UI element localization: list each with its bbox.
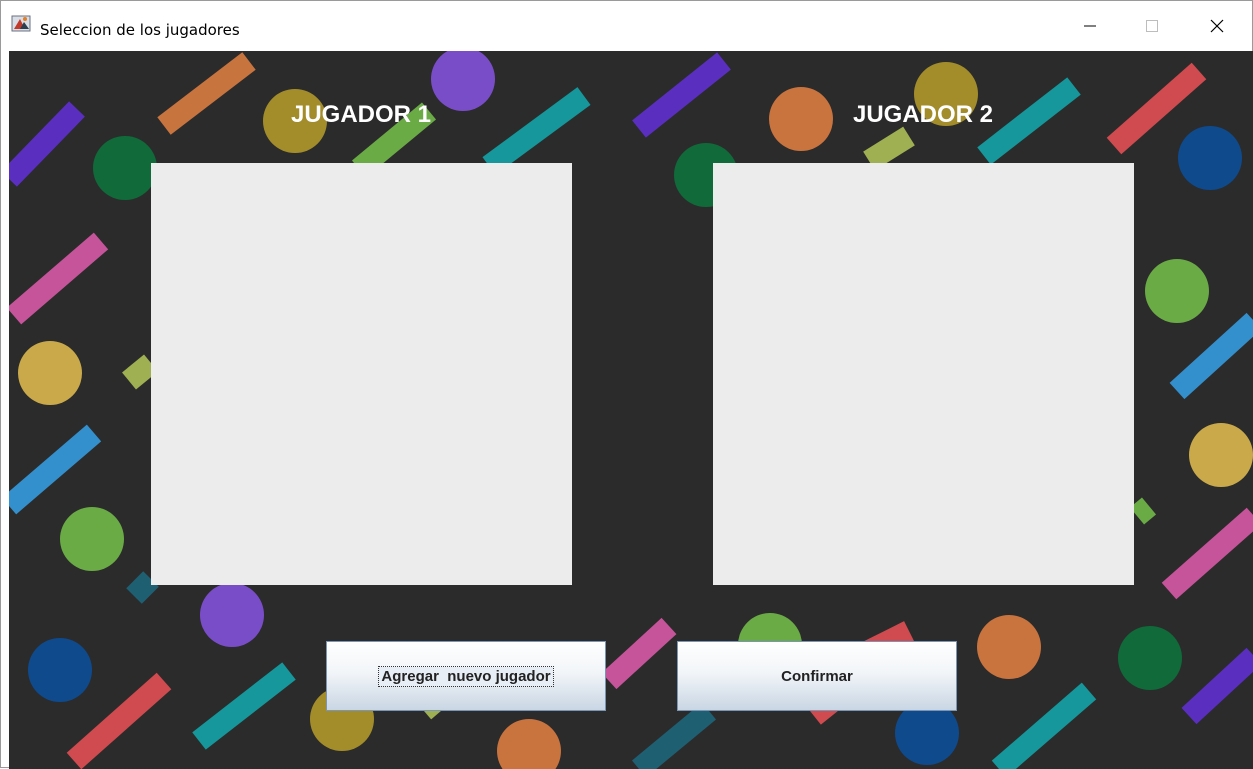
minimize-button[interactable] xyxy=(1059,1,1121,51)
close-icon xyxy=(1210,19,1224,33)
window-title: Seleccion de los jugadores xyxy=(40,21,240,39)
player-1-panel[interactable] xyxy=(151,163,572,585)
confirm-button[interactable]: Confirmar xyxy=(677,641,957,711)
content-pane: JUGADOR 1 JUGADOR 2 Agregar nuevo jugado… xyxy=(9,51,1253,769)
player-2-label: JUGADOR 2 xyxy=(853,101,994,128)
player-2-panel[interactable] xyxy=(713,163,1134,585)
minimize-icon xyxy=(1084,25,1096,27)
close-button[interactable] xyxy=(1186,1,1248,51)
player-1-label: JUGADOR 1 xyxy=(291,101,432,128)
add-player-button-label: Agregar nuevo jugador xyxy=(378,665,554,687)
confirm-button-label: Confirmar xyxy=(781,667,853,685)
app-window: Seleccion de los jugadores JUGADOR 1 JUG… xyxy=(0,0,1253,769)
java-app-icon xyxy=(11,15,31,32)
maximize-button[interactable] xyxy=(1121,1,1183,51)
maximize-icon xyxy=(1146,20,1158,32)
add-player-button[interactable]: Agregar nuevo jugador xyxy=(326,641,606,711)
title-bar[interactable]: Seleccion de los jugadores xyxy=(1,1,1252,51)
